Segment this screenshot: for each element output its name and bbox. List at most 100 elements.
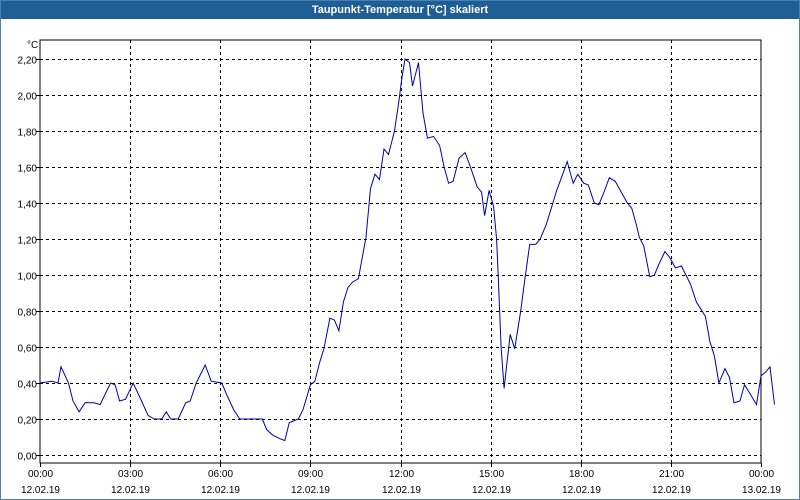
data-point [319, 363, 320, 364]
y-tick-label: 1,40 [18, 200, 38, 211]
data-point [352, 282, 353, 283]
x-tick-date-label: 12.02.19 [472, 485, 511, 496]
data-point [329, 318, 330, 319]
data-point [453, 181, 454, 182]
x-tick-time-label: 15:00 [479, 469, 504, 480]
x-tick-date-label: 12.02.19 [382, 485, 421, 496]
data-point [664, 251, 665, 252]
data-point [161, 418, 162, 419]
data-point [379, 179, 380, 180]
data-point [685, 274, 686, 275]
data-point [529, 244, 530, 245]
x-tick-time-label: 12:00 [389, 469, 414, 480]
data-point [658, 264, 659, 265]
data-point [433, 136, 434, 137]
data-point [334, 319, 335, 320]
data-point [233, 409, 234, 410]
data-point [493, 206, 494, 207]
data-point [289, 422, 290, 423]
data-point [347, 287, 348, 288]
data-point [501, 346, 502, 347]
data-point [115, 384, 116, 385]
data-point [205, 364, 206, 365]
y-tick-label: 2,00 [18, 92, 38, 103]
data-point [504, 388, 505, 389]
data-point [85, 402, 86, 403]
data-point [412, 85, 413, 86]
data-point [178, 418, 179, 419]
x-tick-time-label: 03:00 [118, 469, 143, 480]
data-point [100, 404, 101, 405]
data-point [358, 278, 359, 279]
data-point [439, 145, 440, 146]
data-point [148, 415, 149, 416]
data-point [370, 188, 371, 189]
data-point [756, 404, 757, 405]
y-tick-label: 1,20 [18, 236, 38, 247]
chart-area: °C 0,00 0,20 0,40 0,60 0,80 1,00 1,20 1,40 1,60 1… [18, 39, 781, 496]
data-point [724, 368, 725, 369]
data-point [705, 316, 706, 317]
y-tick-label: 2,20 [18, 56, 38, 67]
data-point [418, 62, 419, 63]
data-point [404, 58, 405, 59]
data-point [639, 237, 640, 238]
data-point [133, 382, 134, 383]
data-point [609, 177, 610, 178]
plot-frame [39, 39, 762, 464]
y-tick-label: 0,00 [18, 452, 38, 463]
data-point [696, 301, 697, 302]
data-point [550, 210, 551, 211]
data-point [459, 157, 460, 158]
data-point [498, 273, 499, 274]
x-tick-date-label: 12.02.19 [111, 485, 150, 496]
y-tick-label: 0,20 [18, 416, 38, 427]
data-point [769, 366, 770, 367]
data-point [760, 375, 761, 376]
x-tick-time-label: 00:00 [28, 469, 53, 480]
data-point [744, 384, 745, 385]
data-point [314, 381, 315, 382]
data-point [166, 411, 167, 412]
data-point [471, 168, 472, 169]
data-point [588, 184, 589, 185]
data-point [211, 381, 212, 382]
data-point [669, 256, 670, 257]
data-point [481, 192, 482, 193]
data-point [196, 382, 197, 383]
data-point [636, 224, 637, 225]
data-point [621, 192, 622, 193]
data-point [154, 418, 155, 419]
data-point [556, 190, 557, 191]
data-point [298, 418, 299, 419]
data-point [718, 382, 719, 383]
data-point [272, 435, 273, 436]
data-point [465, 152, 466, 153]
data-point [365, 237, 366, 238]
data-point [567, 161, 568, 162]
data-point [94, 402, 95, 403]
data-point [484, 215, 485, 216]
data-point [540, 238, 541, 239]
data-point [748, 391, 749, 392]
data-point [310, 384, 311, 385]
data-point [489, 190, 490, 191]
data-point [649, 276, 650, 277]
data-point [496, 238, 497, 239]
data-point [250, 418, 251, 419]
data-point [643, 246, 644, 247]
data-point [68, 382, 69, 383]
y-tick-label: 0,40 [18, 380, 38, 391]
data-point [226, 393, 227, 394]
data-point [343, 301, 344, 302]
data-point [110, 382, 111, 383]
data-point [627, 202, 628, 203]
data-point [577, 174, 578, 175]
data-point [729, 377, 730, 378]
x-tick-date-label: 13.02.19 [742, 485, 781, 496]
y-tick-label: 1,80 [18, 128, 38, 139]
data-point [323, 348, 324, 349]
data-point [427, 138, 428, 139]
data-point [409, 62, 410, 63]
data-point [262, 418, 263, 419]
